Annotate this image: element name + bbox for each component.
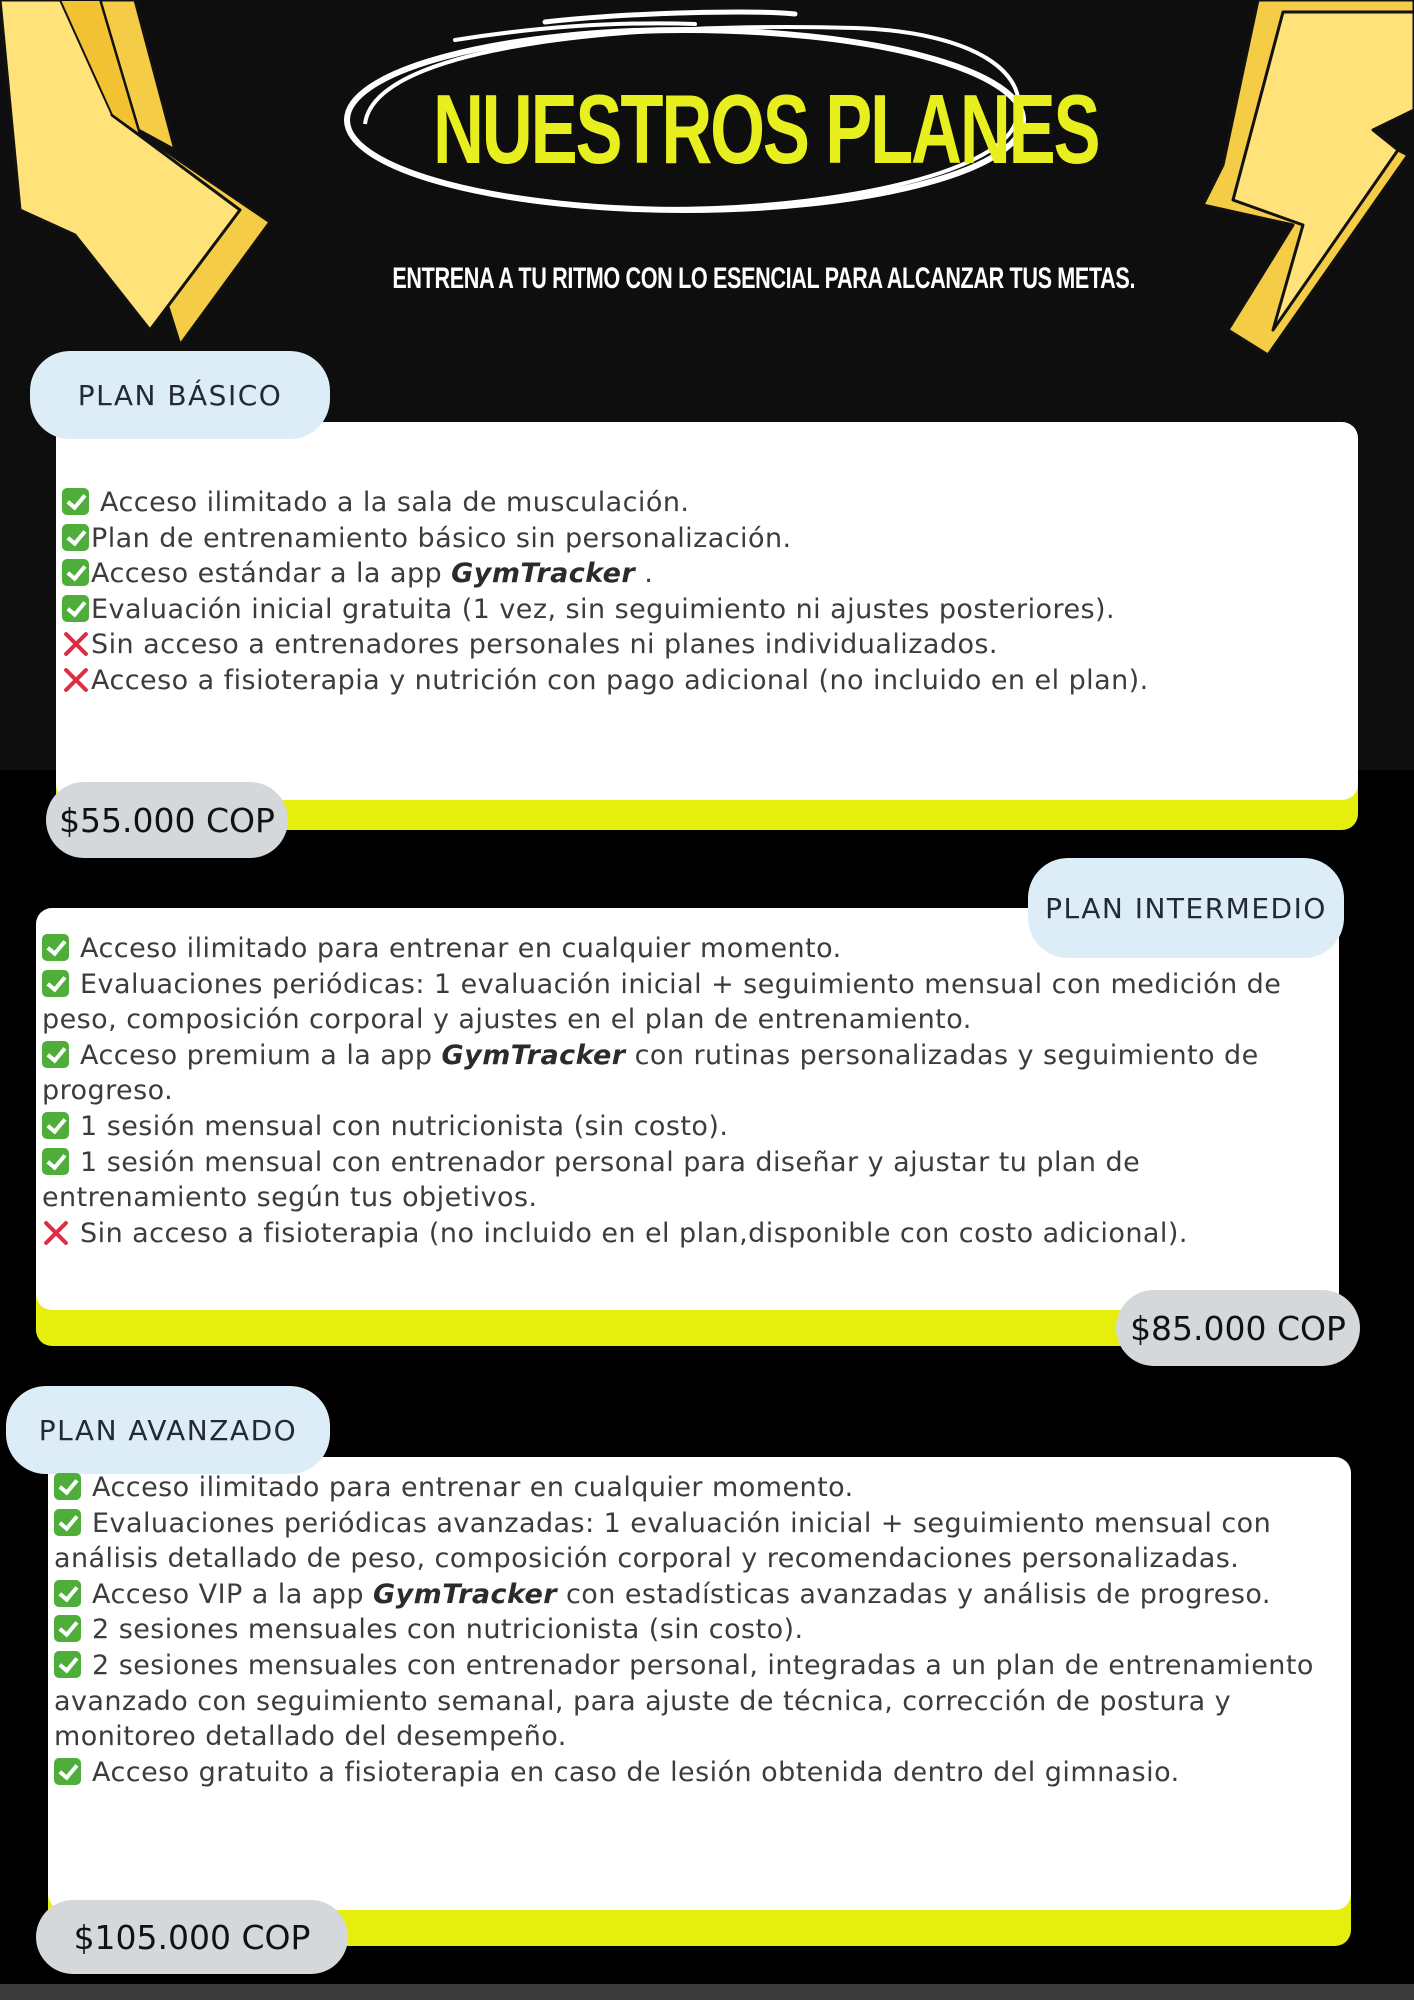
page-title: NUESTROS PLANES xyxy=(433,74,1101,184)
feature-text: . xyxy=(635,558,654,590)
feature-text: Acceso estándar a la app xyxy=(91,558,452,590)
feature-text: Sin acceso a fisioterapia (no incluido e… xyxy=(71,1217,1188,1249)
check-mark-icon xyxy=(54,1508,81,1536)
cross-mark-icon xyxy=(62,630,89,657)
feature-text: Acceso ilimitado para entrenar en cualqu… xyxy=(83,1472,854,1503)
check-mark-icon xyxy=(42,1147,69,1175)
feature-item: Acceso ilimitado para entrenar en cualqu… xyxy=(42,931,1342,967)
feature-item: 1 sesión mensual con entrenador personal… xyxy=(42,1145,1342,1216)
app-name: GymTracker xyxy=(441,1039,626,1071)
cross-mark-icon xyxy=(42,1219,69,1246)
check-mark-icon xyxy=(62,559,89,587)
check-mark-icon xyxy=(62,594,89,622)
feature-list-intermediate: Acceso ilimitado para entrenar en cualqu… xyxy=(42,931,1342,1251)
feature-item: Acceso a fisioterapia y nutrición con pa… xyxy=(62,663,1352,699)
feature-text: con estadísticas avanzadas y análisis de… xyxy=(556,1578,1271,1610)
check-mark-icon xyxy=(62,523,89,551)
app-name: GymTracker xyxy=(451,558,636,590)
check-mark-icon xyxy=(42,1040,69,1068)
feature-item: Acceso estándar a la app GymTracker . xyxy=(62,556,1352,592)
feature-item: Evaluaciones periódicas avanzadas: 1 eva… xyxy=(54,1506,1346,1577)
feature-text: Evaluaciones periódicas avanzadas: 1 eva… xyxy=(54,1507,1272,1575)
plan-price-advanced: $105.000 COP xyxy=(36,1900,348,1974)
feature-item: 1 sesión mensual con nutricionista (sin … xyxy=(42,1109,1342,1145)
lightning-bolt-icon xyxy=(0,0,272,345)
plan-price-intermediate: $85.000 COP xyxy=(1116,1290,1360,1366)
feature-text: 2 sesiones mensuales con nutricionista (… xyxy=(83,1614,804,1646)
feature-item: 2 sesiones mensuales con nutricionista (… xyxy=(54,1612,1346,1648)
check-mark-icon xyxy=(54,1473,81,1500)
check-mark-icon xyxy=(62,488,89,515)
feature-item: Acceso ilimitado a la sala de musculació… xyxy=(62,485,1352,521)
feature-item: 2 sesiones mensuales con entrenador pers… xyxy=(54,1648,1346,1755)
feature-item: Plan de entrenamiento básico sin persona… xyxy=(62,521,1352,557)
feature-text: Acceso ilimitado a la sala de musculació… xyxy=(91,487,690,518)
feature-text: Sin acceso a entrenadores personales ni … xyxy=(91,629,998,661)
check-mark-icon xyxy=(54,1615,81,1643)
check-mark-icon xyxy=(54,1650,81,1678)
cross-mark-icon xyxy=(62,666,89,693)
feature-item: Sin acceso a fisioterapia (no incluido e… xyxy=(42,1216,1342,1252)
check-mark-icon xyxy=(54,1757,81,1785)
feature-text: Acceso ilimitado para entrenar en cualqu… xyxy=(71,933,842,964)
check-mark-icon xyxy=(42,934,69,961)
feature-text: Acceso VIP a la app xyxy=(83,1578,373,1610)
lightning-bolt-icon xyxy=(1201,0,1414,357)
feature-item: Acceso gratuito a fisioterapia en caso d… xyxy=(54,1755,1346,1791)
feature-list-advanced: Acceso ilimitado para entrenar en cualqu… xyxy=(54,1470,1346,1790)
check-mark-icon xyxy=(42,969,69,997)
title-block: NUESTROS PLANES xyxy=(335,4,1101,224)
footer-strip xyxy=(0,1984,1414,2000)
check-mark-icon xyxy=(54,1579,81,1607)
plan-price-basic: $55.000 COP xyxy=(46,782,288,858)
feature-item: Evaluaciones periódicas: 1 evaluación in… xyxy=(42,967,1342,1038)
feature-text: Acceso premium a la app xyxy=(71,1039,442,1071)
feature-item: Evaluación inicial gratuita (1 vez, sin … xyxy=(62,592,1352,628)
app-name: GymTracker xyxy=(372,1578,557,1610)
page-subtitle: ENTRENA A TU RITMO CON LO ESENCIAL PARA … xyxy=(392,262,1136,295)
feature-text: 1 sesión mensual con nutricionista (sin … xyxy=(71,1110,729,1142)
feature-text: Plan de entrenamiento básico sin persona… xyxy=(91,522,792,554)
check-mark-icon xyxy=(42,1111,69,1139)
feature-item: Acceso premium a la app GymTracker con r… xyxy=(42,1038,1342,1109)
feature-text: Acceso a fisioterapia y nutrición con pa… xyxy=(91,664,1149,696)
feature-text: 1 sesión mensual con entrenador personal… xyxy=(42,1146,1141,1214)
feature-text: Evaluación inicial gratuita (1 vez, sin … xyxy=(91,593,1116,625)
plan-name-advanced: PLAN AVANZADO xyxy=(6,1386,330,1474)
feature-text: Acceso gratuito a fisioterapia en caso d… xyxy=(83,1756,1180,1788)
feature-item: Acceso VIP a la app GymTracker con estad… xyxy=(54,1577,1346,1613)
feature-list-basic: Acceso ilimitado a la sala de musculació… xyxy=(62,485,1352,699)
feature-text: 2 sesiones mensuales con entrenador pers… xyxy=(54,1649,1314,1753)
plan-name-basic: PLAN BÁSICO xyxy=(30,351,330,439)
feature-item: Acceso ilimitado para entrenar en cualqu… xyxy=(54,1470,1346,1506)
feature-text: Evaluaciones periódicas: 1 evaluación in… xyxy=(42,968,1282,1036)
feature-item: Sin acceso a entrenadores personales ni … xyxy=(62,627,1352,663)
